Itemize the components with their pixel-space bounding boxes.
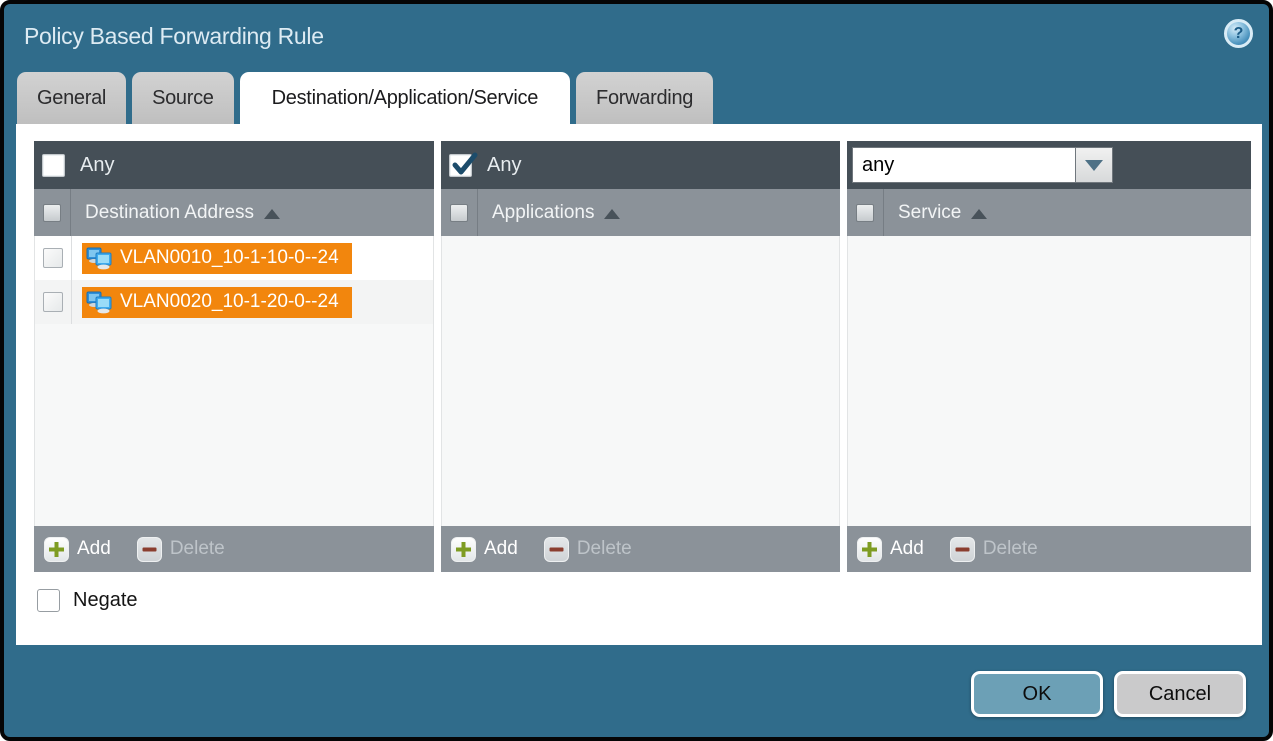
tab-general[interactable]: General — [17, 72, 126, 124]
applications-any-label: Any — [487, 154, 521, 177]
service-dropdown[interactable]: any — [852, 147, 1113, 183]
address-object-icon — [86, 291, 113, 314]
applications-column-header: Applications — [441, 189, 840, 236]
applications-footer: Add Delete — [441, 526, 840, 572]
sort-ascending-icon — [604, 209, 620, 219]
address-object-label: VLAN0020_10-1-20-0--24 — [120, 291, 339, 313]
tab-bar: General Source Destination/Application/S… — [17, 72, 713, 124]
applications-select-all-checkbox[interactable] — [450, 204, 468, 222]
applications-column: Any Applications Add — [441, 141, 840, 572]
delete-label: Delete — [170, 538, 225, 560]
tab-forwarding[interactable]: Forwarding — [576, 72, 713, 124]
service-dropdown-bar: any — [847, 141, 1251, 189]
destination-column-header: Destination Address — [34, 189, 434, 236]
destination-row-checkbox[interactable] — [43, 292, 63, 312]
applications-any-checkbox[interactable] — [449, 154, 472, 177]
destination-add-button[interactable]: Add — [44, 537, 111, 562]
help-icon[interactable]: ? — [1224, 19, 1253, 48]
cancel-button[interactable]: Cancel — [1114, 671, 1246, 717]
tab-source[interactable]: Source — [132, 72, 234, 124]
sort-ascending-icon — [264, 209, 280, 219]
policy-based-forwarding-dialog: Policy Based Forwarding Rule ? General S… — [0, 0, 1273, 741]
tab-destination-application-service[interactable]: Destination/Application/Service — [240, 72, 570, 124]
address-object-vlan0010[interactable]: VLAN0010_10-1-10-0--24 — [82, 243, 352, 274]
negate-label: Negate — [73, 589, 138, 612]
dialog-title: Policy Based Forwarding Rule — [24, 23, 324, 50]
applications-delete-button[interactable]: Delete — [544, 537, 632, 562]
delete-icon — [950, 537, 975, 562]
delete-icon — [137, 537, 162, 562]
applications-add-button[interactable]: Add — [451, 537, 518, 562]
ok-button[interactable]: OK — [971, 671, 1103, 717]
table-row: VLAN0010_10-1-10-0--24 — [35, 236, 433, 280]
destination-footer: Add Delete — [34, 526, 434, 572]
delete-label: Delete — [577, 538, 632, 560]
add-label: Add — [890, 538, 924, 560]
applications-header-label[interactable]: Applications — [492, 202, 594, 224]
destination-list: VLAN0010_10-1-10-0--24 — [34, 236, 434, 526]
service-dropdown-button[interactable] — [1076, 147, 1113, 183]
delete-icon — [544, 537, 569, 562]
service-column-header: Service — [847, 189, 1251, 236]
destination-select-all-checkbox[interactable] — [43, 204, 61, 222]
address-object-label: VLAN0010_10-1-10-0--24 — [120, 247, 339, 269]
service-dropdown-value[interactable]: any — [852, 147, 1076, 183]
service-add-button[interactable]: Add — [857, 537, 924, 562]
address-object-vlan0020[interactable]: VLAN0020_10-1-20-0--24 — [82, 287, 352, 318]
destination-row-checkbox[interactable] — [43, 248, 63, 268]
service-list — [847, 236, 1251, 526]
chevron-down-icon — [1085, 160, 1103, 171]
service-select-all-checkbox[interactable] — [856, 204, 874, 222]
add-icon — [857, 537, 882, 562]
checkmark-icon — [451, 151, 479, 179]
tab-content-panel: Any Destination Address — [16, 124, 1262, 645]
service-column: any Service Add — [847, 141, 1251, 572]
address-object-icon — [86, 247, 113, 270]
destination-any-checkbox[interactable] — [42, 154, 65, 177]
delete-label: Delete — [983, 538, 1038, 560]
service-delete-button[interactable]: Delete — [950, 537, 1038, 562]
add-label: Add — [77, 538, 111, 560]
destination-delete-button[interactable]: Delete — [137, 537, 225, 562]
negate-row: Negate — [37, 589, 138, 612]
add-icon — [44, 537, 69, 562]
negate-checkbox[interactable] — [37, 589, 60, 612]
applications-any-bar: Any — [441, 141, 840, 189]
destination-header-label[interactable]: Destination Address — [85, 202, 254, 224]
sort-ascending-icon — [971, 209, 987, 219]
applications-list — [441, 236, 840, 526]
service-header-label[interactable]: Service — [898, 202, 961, 224]
destination-any-label: Any — [80, 154, 114, 177]
destination-any-bar: Any — [34, 141, 434, 189]
service-footer: Add Delete — [847, 526, 1251, 572]
add-icon — [451, 537, 476, 562]
table-row: VLAN0020_10-1-20-0--24 — [35, 280, 433, 324]
destination-address-column: Any Destination Address — [34, 141, 434, 572]
add-label: Add — [484, 538, 518, 560]
